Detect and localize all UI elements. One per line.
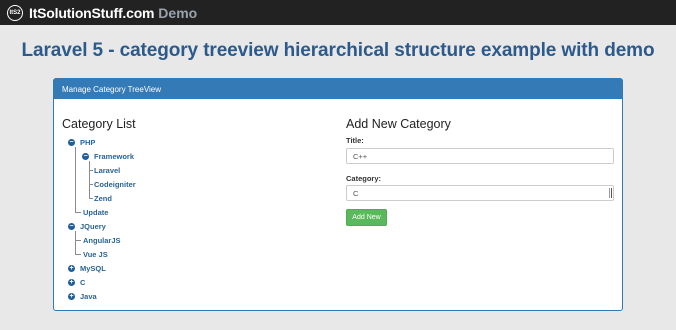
page-title: Laravel 5 - category treeview hierarchic…	[21, 40, 655, 61]
tree-item-angularjs[interactable]: AngularJS	[83, 236, 121, 245]
add-new-button[interactable]: Add New	[346, 209, 387, 226]
tree-line	[75, 240, 81, 241]
tree-item-vuejs[interactable]: Vue JS	[83, 250, 108, 259]
treeview-panel: Manage Category TreeView Category List −…	[53, 78, 623, 311]
tree-item-framework[interactable]: Framework	[94, 152, 134, 161]
collapse-icon[interactable]: −	[68, 139, 75, 146]
expand-icon[interactable]: +	[68, 279, 75, 286]
tree-item-jquery[interactable]: JQuery	[80, 222, 106, 231]
add-category-title: Add New Category	[346, 117, 451, 131]
expand-icon[interactable]: +	[68, 293, 75, 300]
tree-line	[89, 184, 93, 185]
tree-item-mysql[interactable]: MySQL	[80, 264, 106, 273]
tree-item-codeigniter[interactable]: Codeigniter	[94, 180, 136, 189]
category-list-title: Category List	[62, 117, 136, 131]
select-arrow-icon	[609, 188, 612, 198]
collapse-icon[interactable]: −	[82, 153, 89, 160]
tree-item-zend[interactable]: Zend	[94, 194, 112, 203]
category-select-value: C	[353, 188, 359, 198]
tree-line	[75, 254, 81, 255]
panel-heading: Manage Category TreeView	[54, 79, 622, 99]
category-label: Category:	[346, 174, 382, 183]
top-navbar: ItS2 ItSolutionStuff.com Demo	[0, 0, 676, 25]
tree-line	[75, 212, 81, 213]
brand-name[interactable]: ItSolutionStuff.com	[29, 5, 154, 21]
tree-item-c[interactable]: C	[80, 278, 85, 287]
category-select[interactable]: C	[346, 185, 614, 201]
tree-item-php[interactable]: PHP	[80, 138, 95, 147]
brand-suffix[interactable]: Demo	[158, 5, 197, 21]
tree-line	[89, 198, 93, 199]
tree-line	[89, 170, 93, 171]
title-input[interactable]: C++	[346, 148, 614, 164]
tree-item-laravel[interactable]: Laravel	[94, 166, 120, 175]
title-label: Title:	[346, 136, 364, 145]
expand-icon[interactable]: +	[68, 265, 75, 272]
site-logo[interactable]: ItS2	[7, 4, 23, 21]
collapse-icon[interactable]: −	[68, 223, 75, 230]
tree-line	[75, 147, 76, 212]
tree-item-update[interactable]: Update	[83, 208, 108, 217]
tree-line	[89, 161, 90, 198]
tree-line	[75, 231, 76, 254]
tree-item-java[interactable]: Java	[80, 292, 97, 301]
title-input-value: C++	[353, 151, 368, 161]
